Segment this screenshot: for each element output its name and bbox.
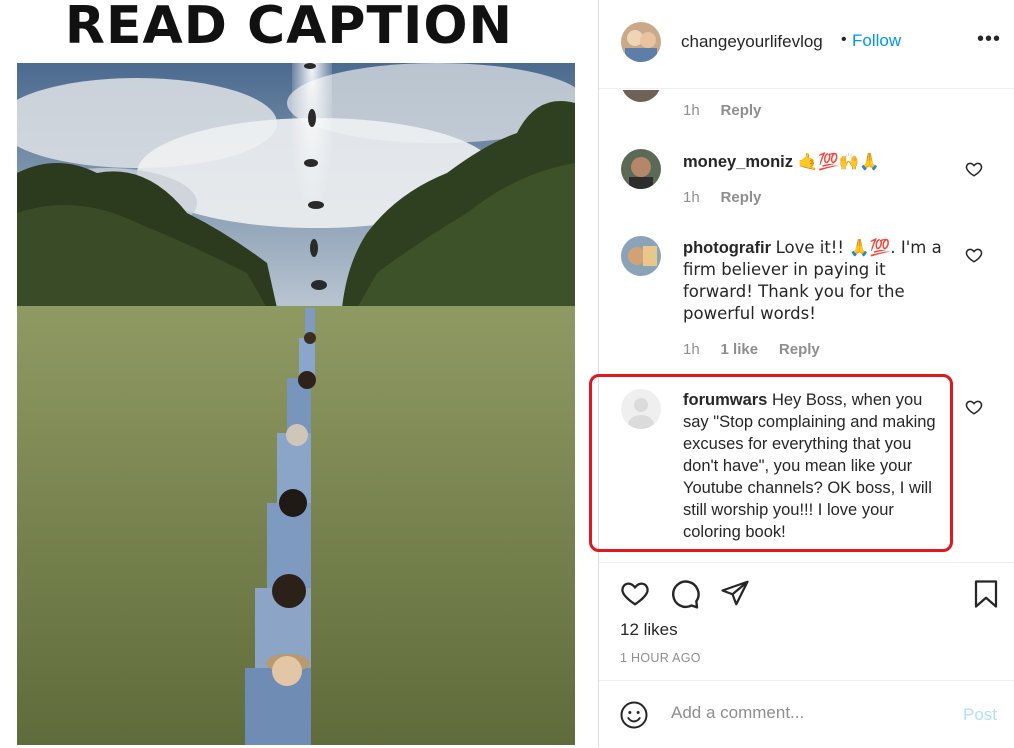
- comment-time: 1h: [683, 341, 700, 358]
- comment-meta: 1h 1 like Reply: [683, 341, 820, 358]
- author-username[interactable]: changeyourlifevlog: [681, 32, 823, 52]
- comment-icon[interactable]: [669, 578, 701, 610]
- comment-text: Hey Boss, when you say "Stop complaining…: [683, 391, 936, 541]
- comments-panel: changeyourlifevlog • Follow ••• 1h Reply…: [589, 0, 1014, 747]
- follow-button[interactable]: Follow: [852, 31, 901, 51]
- comment-like-heart-icon[interactable]: [965, 398, 983, 416]
- comment-text: 🤙💯🙌🙏: [797, 152, 880, 171]
- like-count[interactable]: 12 likes: [620, 620, 678, 640]
- heart-icon[interactable]: [619, 578, 651, 608]
- comment-like-heart-icon[interactable]: [965, 246, 983, 264]
- more-options-button[interactable]: •••: [977, 29, 1001, 49]
- comment-like-heart-icon[interactable]: [965, 160, 983, 178]
- image-title-text: READ CAPTION: [64, 0, 514, 56]
- comment-body: photografir Love it!! 🙏💯. I'm a firm bel…: [683, 237, 948, 325]
- comment-username[interactable]: photografir: [683, 239, 771, 257]
- comment-avatar[interactable]: [621, 149, 661, 189]
- reply-button[interactable]: Reply: [721, 102, 762, 119]
- post-media: READ CAPTION: [0, 0, 598, 747]
- comment-like-count[interactable]: 1 like: [721, 341, 759, 358]
- reply-button[interactable]: Reply: [721, 189, 762, 206]
- comment-username[interactable]: money_moniz: [683, 153, 793, 171]
- smiley-icon[interactable]: [619, 700, 649, 730]
- post-comment-button[interactable]: Post: [963, 705, 997, 725]
- comment-time: 1h: [683, 189, 700, 206]
- header-separator: •: [841, 31, 847, 48]
- reply-button[interactable]: Reply: [779, 341, 820, 358]
- comment-meta: 1h Reply: [683, 189, 761, 206]
- comment-input[interactable]: [669, 702, 943, 724]
- comment-body: money_moniz 🤙💯🙌🙏: [683, 151, 948, 173]
- bookmark-icon[interactable]: [971, 578, 1001, 610]
- post-photo[interactable]: [17, 63, 575, 745]
- comment-avatar[interactable]: [621, 389, 661, 429]
- comment-avatar[interactable]: [621, 236, 661, 276]
- author-avatar[interactable]: [621, 22, 661, 62]
- comment-body: forumwars Hey Boss, when you say "Stop c…: [683, 389, 948, 543]
- paper-plane-icon[interactable]: [719, 578, 751, 608]
- comment-username[interactable]: forumwars: [683, 391, 767, 409]
- comment-meta: 1h Reply: [683, 102, 761, 119]
- post-timestamp[interactable]: 1 HOUR AGO: [620, 651, 701, 665]
- comment-time: 1h: [683, 102, 700, 119]
